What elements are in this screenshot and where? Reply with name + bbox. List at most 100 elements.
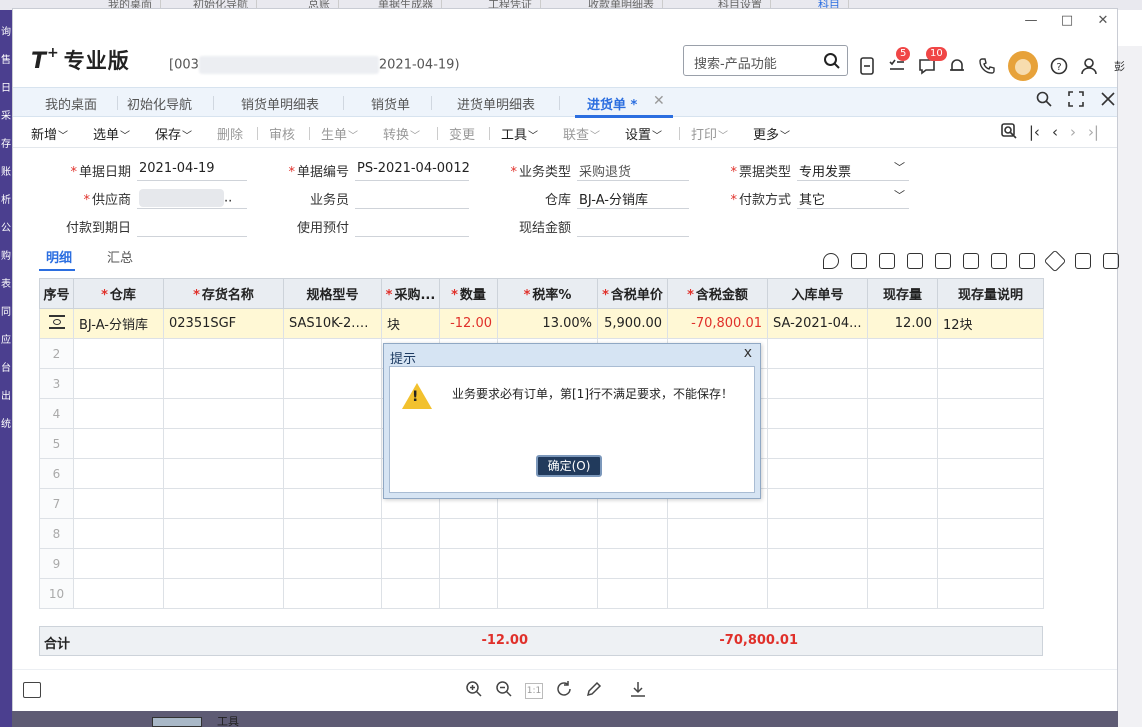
change-button[interactable]: 变更 xyxy=(449,124,475,143)
table-cell[interactable] xyxy=(283,368,382,399)
print-button[interactable]: 打印﹀ xyxy=(691,124,728,143)
table-row[interactable]: BJ-A-分销库 02351SGF SAS10K-2.4... 块 -12.00… xyxy=(39,308,1044,339)
staff-field[interactable]: 业务员 xyxy=(310,185,469,209)
save-button[interactable]: 保存﹀ xyxy=(155,124,192,143)
col-header[interactable]: * 数量 xyxy=(439,278,498,309)
doc-date-value[interactable]: 2021-04-19 xyxy=(137,157,247,181)
cell-unit[interactable]: 块 xyxy=(381,308,440,339)
col-header[interactable]: 规格型号 xyxy=(283,278,382,309)
table-cell[interactable] xyxy=(767,578,868,609)
table-cell[interactable] xyxy=(73,338,164,369)
table-cell[interactable] xyxy=(937,458,1044,489)
cell-spec[interactable]: SAS10K-2.4... xyxy=(283,308,382,339)
col-header[interactable]: * 采购... xyxy=(381,278,440,309)
table-cell[interactable] xyxy=(937,578,1044,609)
table-cell[interactable] xyxy=(73,428,164,459)
prepay-field[interactable]: 使用预付 xyxy=(297,213,469,237)
copy-row-icon[interactable] xyxy=(879,253,895,269)
zoom-out-icon[interactable] xyxy=(495,680,513,702)
grid-layout-icon[interactable] xyxy=(1019,253,1035,269)
table-cell[interactable] xyxy=(73,458,164,489)
table-cell[interactable] xyxy=(937,398,1044,429)
table-cell[interactable] xyxy=(667,548,768,579)
col-header[interactable]: * 含税金额 xyxy=(667,278,768,309)
close-all-icon[interactable] xyxy=(1099,91,1117,111)
table-cell[interactable] xyxy=(73,398,164,429)
tag-icon[interactable] xyxy=(1043,249,1067,273)
settings-button[interactable]: 设置﹀ xyxy=(625,124,662,143)
mascot-icon[interactable] xyxy=(1008,51,1038,81)
col-header[interactable]: * 含税单价 xyxy=(597,278,668,309)
tasks-icon[interactable]: 5 xyxy=(888,47,911,75)
table-cell[interactable] xyxy=(867,548,938,579)
table-cell[interactable] xyxy=(497,548,598,579)
table-cell[interactable] xyxy=(767,458,868,489)
table-cell[interactable] xyxy=(283,338,382,369)
document-icon[interactable] xyxy=(858,57,876,75)
doc-no-field[interactable]: * 单据编号 PS-2021-04-0012 xyxy=(288,157,469,181)
user-name[interactable]: 彭 xyxy=(1114,58,1125,74)
bell-icon[interactable] xyxy=(948,57,966,75)
supplier-value[interactable]: .. xyxy=(137,185,247,209)
table-cell[interactable] xyxy=(283,578,382,609)
tab-purchase-detail[interactable]: 进货单明细表 xyxy=(457,94,535,113)
tab-init-guide[interactable]: 初始化导航 xyxy=(127,94,192,113)
table-cell[interactable] xyxy=(163,518,284,549)
table-cell[interactable] xyxy=(937,428,1044,459)
new-button[interactable]: 新增﹀ xyxy=(31,124,68,143)
lookup-button[interactable]: 联查﹀ xyxy=(563,124,600,143)
table-cell[interactable] xyxy=(439,518,498,549)
delete-button[interactable]: 删除 xyxy=(217,124,243,143)
table-cell[interactable] xyxy=(867,578,938,609)
zoom-in-icon[interactable] xyxy=(465,680,483,702)
last-record-icon[interactable]: ›| xyxy=(1088,123,1099,143)
doc-date-field[interactable]: * 单据日期 2021-04-19 xyxy=(70,157,247,181)
tab-sales-detail[interactable]: 销货单明细表 xyxy=(241,94,319,113)
generate-button[interactable]: 生单﹀ xyxy=(321,124,358,143)
table-row[interactable]: 8 xyxy=(39,518,1044,549)
tools-button[interactable]: 工具﹀ xyxy=(501,124,538,143)
edit-icon[interactable] xyxy=(585,680,603,702)
batch-edit-icon[interactable] xyxy=(935,253,951,269)
message-icon[interactable]: 10 xyxy=(918,47,947,75)
table-cell[interactable] xyxy=(497,578,598,609)
prepay-value[interactable] xyxy=(355,213,469,237)
first-record-icon[interactable]: |‹ xyxy=(1029,123,1040,143)
select-order-button[interactable]: 选单﹀ xyxy=(93,124,130,143)
split-icon[interactable] xyxy=(963,253,979,269)
chevron-down-icon[interactable]: ﹀ xyxy=(894,187,905,203)
insert-row-icon[interactable] xyxy=(851,253,867,269)
more-button[interactable]: 更多﹀ xyxy=(753,124,790,143)
warehouse-value[interactable]: BJ-A-分销库 xyxy=(577,185,689,209)
table-cell[interactable] xyxy=(937,548,1044,579)
find-record-icon[interactable] xyxy=(1001,123,1017,143)
maximize-button[interactable]: □ xyxy=(1059,13,1075,28)
invoice-type-field[interactable]: * 票据类型 专用发票 ﹀ xyxy=(730,157,909,181)
table-cell[interactable] xyxy=(667,518,768,549)
table-cell[interactable] xyxy=(283,488,382,519)
col-header[interactable]: 入库单号 xyxy=(767,278,868,309)
delete-row-icon[interactable] xyxy=(907,253,923,269)
table-cell[interactable] xyxy=(867,338,938,369)
table-cell[interactable] xyxy=(767,338,868,369)
dialog-close-button[interactable]: x xyxy=(744,345,752,361)
table-cell[interactable] xyxy=(163,578,284,609)
table-cell[interactable] xyxy=(73,548,164,579)
cell-warehouse[interactable]: BJ-A-分销库 xyxy=(73,308,164,339)
table-cell[interactable] xyxy=(937,338,1044,369)
table-cell[interactable] xyxy=(597,518,668,549)
col-header[interactable]: * 仓库 xyxy=(73,278,164,309)
search-input[interactable]: 搜索-产品功能 xyxy=(694,53,777,72)
export-icon[interactable] xyxy=(991,253,1007,269)
table-cell[interactable] xyxy=(767,428,868,459)
table-cell[interactable] xyxy=(767,518,868,549)
tab-sales-order[interactable]: 销货单 xyxy=(371,94,410,113)
search-icon[interactable] xyxy=(823,52,841,74)
row-menu-icon[interactable] xyxy=(48,315,65,329)
biz-type-field[interactable]: * 业务类型 采购退货 xyxy=(510,157,689,181)
table-cell[interactable] xyxy=(73,578,164,609)
cell-tax-rate[interactable]: 13.00% xyxy=(497,308,598,339)
table-cell[interactable] xyxy=(381,578,440,609)
table-cell[interactable] xyxy=(381,518,440,549)
convert-button[interactable]: 转换﹀ xyxy=(383,124,420,143)
